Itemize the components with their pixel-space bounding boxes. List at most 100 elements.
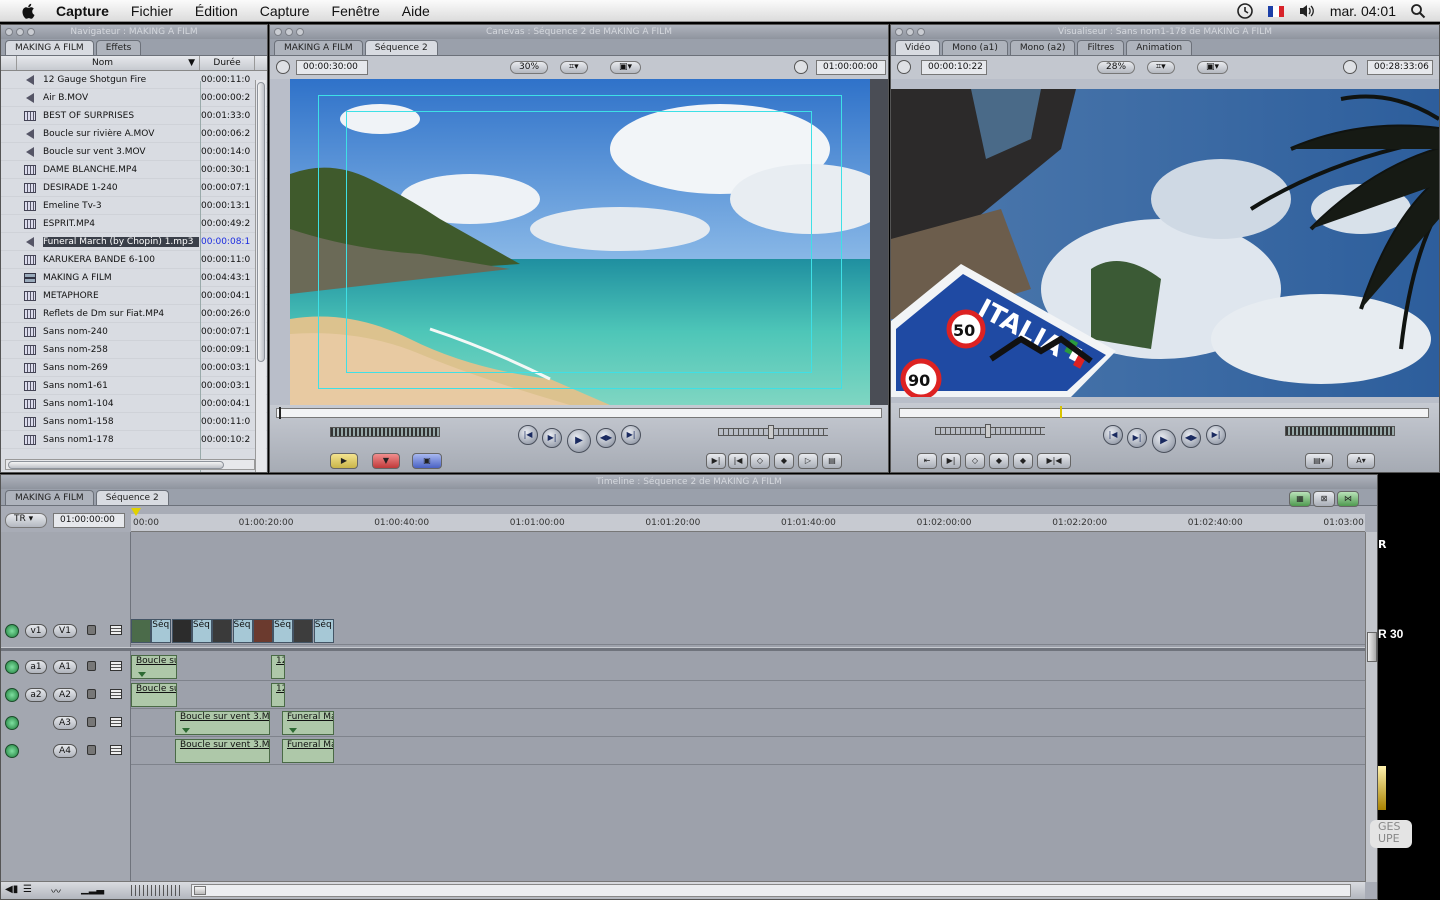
generator-popup[interactable]: A▾ [1347, 453, 1375, 469]
video-clip[interactable]: Séq [232, 619, 253, 643]
audio-clip-a4-funeral[interactable]: Funeral Ma [282, 739, 334, 763]
mark-out-button[interactable]: ▷ [798, 453, 818, 469]
tab-video[interactable]: Vidéo [895, 40, 941, 55]
canvas-current-timecode[interactable]: 01:00:00:00 [816, 60, 886, 75]
display-popup[interactable]: ▣▾ [1197, 61, 1229, 74]
close-icon[interactable] [5, 28, 13, 36]
canvas-duration-timecode[interactable]: 00:00:30:00 [296, 60, 368, 75]
track-height-divider-handle[interactable] [1367, 632, 1377, 662]
viewer-jog-control[interactable] [1285, 426, 1395, 436]
match-frame-button[interactable]: ⇤ [917, 453, 937, 469]
audio-clip-a4[interactable]: Boucle sur vent 3.MO [175, 739, 270, 763]
auto-select-icon[interactable] [110, 661, 122, 671]
minimize-icon[interactable] [285, 28, 293, 36]
recent-clips-popup[interactable]: ▤▾ [1305, 453, 1333, 469]
audible-icon[interactable] [5, 688, 19, 702]
clip-overlays-icon[interactable]: ☰ [23, 884, 32, 895]
mark-in-button[interactable]: ◇ [750, 453, 770, 469]
track-lock-icon[interactable] [87, 745, 96, 755]
previous-edit-button[interactable]: |◀ [518, 425, 538, 445]
export-button[interactable]: ▤ [822, 453, 842, 469]
audio-clip-a2[interactable]: Boucle su [131, 683, 177, 707]
spotlight-search-icon[interactable] [1410, 3, 1426, 19]
scroll-thumb[interactable] [257, 82, 265, 362]
column-name-header[interactable]: Nom ▼ [17, 56, 200, 70]
video-clip[interactable] [293, 619, 314, 643]
timeline-current-timecode[interactable]: 01:00:00:00 [53, 513, 125, 528]
track-lock-icon[interactable] [87, 661, 96, 671]
add-marker-button[interactable]: ◆ [989, 453, 1009, 469]
snapping-button[interactable]: ⊠ [1313, 491, 1335, 507]
in-out-button[interactable]: ▶|◀ [1037, 453, 1071, 469]
view-mode-popup[interactable]: ⌗▾ [1147, 61, 1175, 74]
menu-edition[interactable]: Édition [195, 3, 238, 19]
add-marker-button[interactable]: ◆ [774, 453, 794, 469]
video-clip[interactable]: Séq [313, 619, 334, 643]
timeline-titlebar[interactable]: Timeline : Séquence 2 de MAKING A FILM [1, 475, 1377, 489]
browser-row[interactable]: Sans nom1-178 00:00:10:2 [1, 431, 267, 449]
audio-clip-a1-short[interactable]: 12 [271, 655, 285, 679]
video-clip[interactable] [171, 619, 192, 643]
menu-fichier[interactable]: Fichier [131, 3, 173, 19]
source-control-v1[interactable]: v1 [25, 624, 47, 638]
column-icon-header[interactable] [1, 56, 17, 70]
volume-icon[interactable] [1298, 3, 1316, 19]
video-clip[interactable]: Séq [273, 619, 294, 643]
linking-button[interactable]: ⋈ [1337, 491, 1359, 507]
minimize-icon[interactable] [16, 28, 24, 36]
video-clip[interactable] [212, 619, 233, 643]
browser-row[interactable]: ESPRIT.MP4 00:00:49:2 [1, 215, 267, 233]
canvas-jog-control[interactable] [330, 427, 440, 437]
mark-clip-button[interactable]: |◀ [728, 453, 748, 469]
tab-mono-a1[interactable]: Mono (a1) [942, 40, 1008, 55]
input-language-flag-icon[interactable] [1267, 5, 1284, 17]
audio-clip-a2-short[interactable]: 12 [271, 683, 285, 707]
track-lock-icon[interactable] [87, 625, 96, 635]
menu-fenetre[interactable]: Fenêtre [332, 3, 380, 19]
app-menu[interactable]: Capture [56, 3, 109, 19]
browser-titlebar[interactable]: Navigateur : MAKING A FILM [1, 25, 267, 39]
tab-sequence-2[interactable]: Séquence 2 [95, 490, 169, 505]
timeline-horizontal-scrollbar[interactable] [191, 884, 1351, 897]
browser-row[interactable]: Sans nom-240 00:00:07:1 [1, 323, 267, 341]
tab-mono-a2[interactable]: Mono (a2) [1009, 40, 1076, 55]
viewer-scrubber-bar[interactable] [899, 406, 1429, 418]
track-a2[interactable]: Boucle su 12 [131, 681, 1365, 709]
track-visibility-icon[interactable] [5, 624, 19, 638]
video-audio-divider[interactable] [1, 647, 1365, 651]
track-size-icon[interactable]: ▁▂▃ [81, 884, 104, 895]
track-lock-icon[interactable] [87, 717, 96, 727]
audio-clip-a1[interactable]: Boucle su [131, 655, 177, 679]
browser-row[interactable]: BEST OF SURPRISES 00:01:33:0 [1, 107, 267, 125]
destination-control-v1[interactable]: V1 [53, 624, 77, 638]
destination-control[interactable]: A1 [53, 660, 77, 674]
auto-select-icon[interactable] [110, 689, 122, 699]
play-around-button[interactable]: ◀▶ [596, 428, 616, 448]
source-control[interactable]: a1 [25, 660, 47, 674]
close-icon[interactable] [274, 28, 282, 36]
canvas-titlebar[interactable]: Canevas : Séquence 2 de MAKING A FILM [270, 25, 888, 39]
auto-select-icon[interactable] [110, 625, 122, 635]
browser-row[interactable]: MAKING A FILM 00:04:43:1 [1, 269, 267, 287]
match-frame-button[interactable]: ▶| [706, 453, 726, 469]
tab-making-a-film[interactable]: MAKING A FILM [274, 40, 363, 55]
canvas-scrubber-bar[interactable] [276, 407, 882, 419]
source-control[interactable]: a2 [25, 688, 47, 702]
tab-animation[interactable]: Animation [1126, 40, 1193, 55]
audio-clip-a3-funeral[interactable]: Funeral Ma [282, 711, 334, 735]
zoom-icon[interactable] [917, 28, 925, 36]
browser-row[interactable]: Emeline Tv-3 00:00:13:1 [1, 197, 267, 215]
browser-vertical-scrollbar[interactable] [255, 80, 266, 472]
track-a4[interactable]: Boucle sur vent 3.MO Funeral Ma [131, 737, 1365, 765]
browser-row[interactable]: 12 Gauge Shotgun Fire 00:00:11:0 [1, 71, 267, 89]
play-button[interactable]: ▶ [1152, 429, 1176, 453]
destination-control[interactable]: A2 [53, 688, 77, 702]
audio-clip-a3[interactable]: Boucle sur vent 3.MO [175, 711, 270, 735]
tab-making-a-film[interactable]: MAKING A FILM [5, 490, 94, 505]
tab-making-a-film[interactable]: MAKING A FILM [5, 40, 94, 55]
browser-row[interactable]: Sans nom1-61 00:00:03:1 [1, 377, 267, 395]
play-around-button[interactable]: ◀▶ [1181, 428, 1201, 448]
video-clip[interactable] [131, 619, 151, 643]
desktop-badge[interactable]: GES UPE [1370, 820, 1412, 848]
zoom-icon[interactable] [27, 28, 35, 36]
